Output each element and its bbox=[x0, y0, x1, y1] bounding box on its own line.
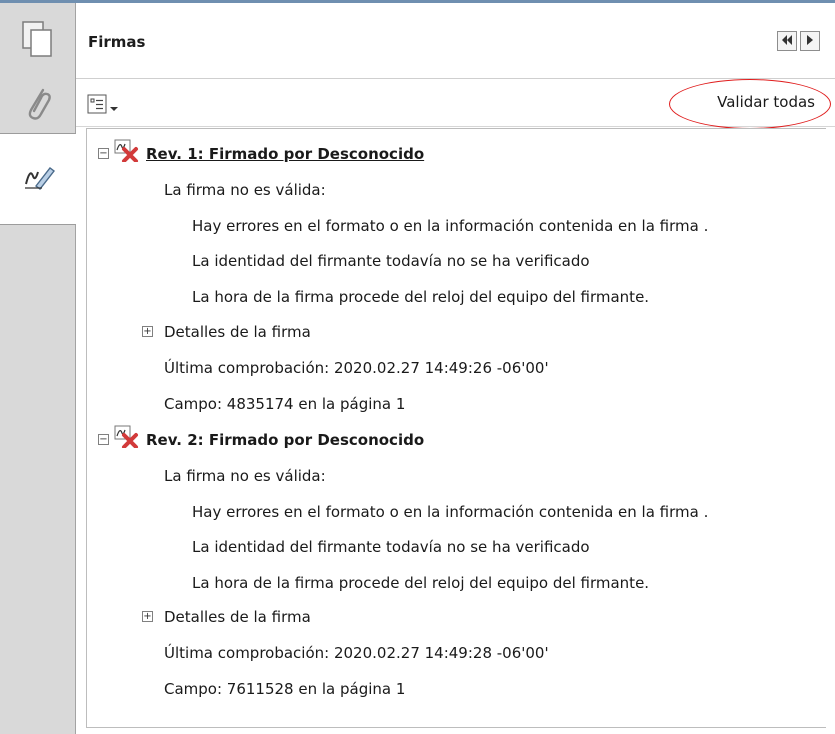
panel-title: Firmas bbox=[88, 33, 146, 51]
signature-pen-icon bbox=[22, 162, 56, 196]
left-navigation-pane bbox=[0, 3, 77, 734]
signature-detail: La hora de la firma procede del reloj de… bbox=[192, 288, 650, 306]
signature-status: La firma no es válida: bbox=[164, 467, 326, 485]
signatures-panel: Firmas Validar todas − Rev. 1: Firmado p… bbox=[76, 3, 835, 734]
panel-title-bar: Firmas bbox=[76, 3, 835, 79]
signature-status: La firma no es válida: bbox=[164, 181, 326, 199]
signature-details-toggle[interactable]: Detalles de la firma bbox=[164, 607, 311, 627]
signature-detail: Hay errores en el formato o en la inform… bbox=[192, 503, 709, 521]
collapse-panel-button[interactable] bbox=[777, 31, 797, 51]
invalid-signature-icon bbox=[113, 424, 141, 449]
signature-detail: La identidad del firmante todavía no se … bbox=[192, 538, 590, 556]
signature-detail: La identidad del firmante todavía no se … bbox=[192, 252, 590, 270]
options-list-icon bbox=[87, 94, 107, 118]
last-check-text: Última comprobación: 2020.02.27 14:49:26… bbox=[164, 359, 549, 377]
chevron-down-icon bbox=[110, 97, 118, 116]
signature-field: Campo: 4835174 en la página 1 bbox=[164, 395, 406, 413]
collapse-toggle[interactable]: − bbox=[98, 148, 109, 159]
attachments-button[interactable] bbox=[0, 75, 76, 137]
double-left-arrow-icon bbox=[781, 34, 793, 48]
next-panel-button[interactable] bbox=[800, 31, 820, 51]
expand-toggle[interactable]: + bbox=[142, 326, 153, 337]
last-check-text: Última comprobación: 2020.02.27 14:49:28… bbox=[164, 644, 549, 662]
options-menu-button[interactable] bbox=[87, 94, 118, 118]
signature-heading[interactable]: Rev. 1: Firmado por Desconocido bbox=[146, 144, 424, 164]
pages-button[interactable] bbox=[0, 11, 76, 73]
invalid-signature-icon bbox=[113, 138, 141, 163]
validate-all-button[interactable]: Validar todas bbox=[717, 93, 815, 111]
signature-field: Campo: 7611528 en la página 1 bbox=[164, 680, 406, 698]
signature-detail: Hay errores en el formato o en la inform… bbox=[192, 217, 709, 235]
paperclip-icon bbox=[23, 84, 53, 128]
expand-toggle[interactable]: + bbox=[142, 611, 153, 622]
signatures-button[interactable] bbox=[0, 133, 77, 225]
right-arrow-icon bbox=[806, 34, 814, 48]
panel-toolbar: Validar todas bbox=[76, 79, 835, 127]
signature-heading[interactable]: Rev. 2: Firmado por Desconocido bbox=[146, 430, 424, 450]
collapse-toggle[interactable]: − bbox=[98, 434, 109, 445]
signature-details-toggle[interactable]: Detalles de la firma bbox=[164, 322, 311, 342]
pages-icon bbox=[21, 20, 55, 64]
signature-tree: − Rev. 1: Firmado por Desconocido La fir… bbox=[86, 128, 826, 728]
signature-detail: La hora de la firma procede del reloj de… bbox=[192, 574, 650, 592]
